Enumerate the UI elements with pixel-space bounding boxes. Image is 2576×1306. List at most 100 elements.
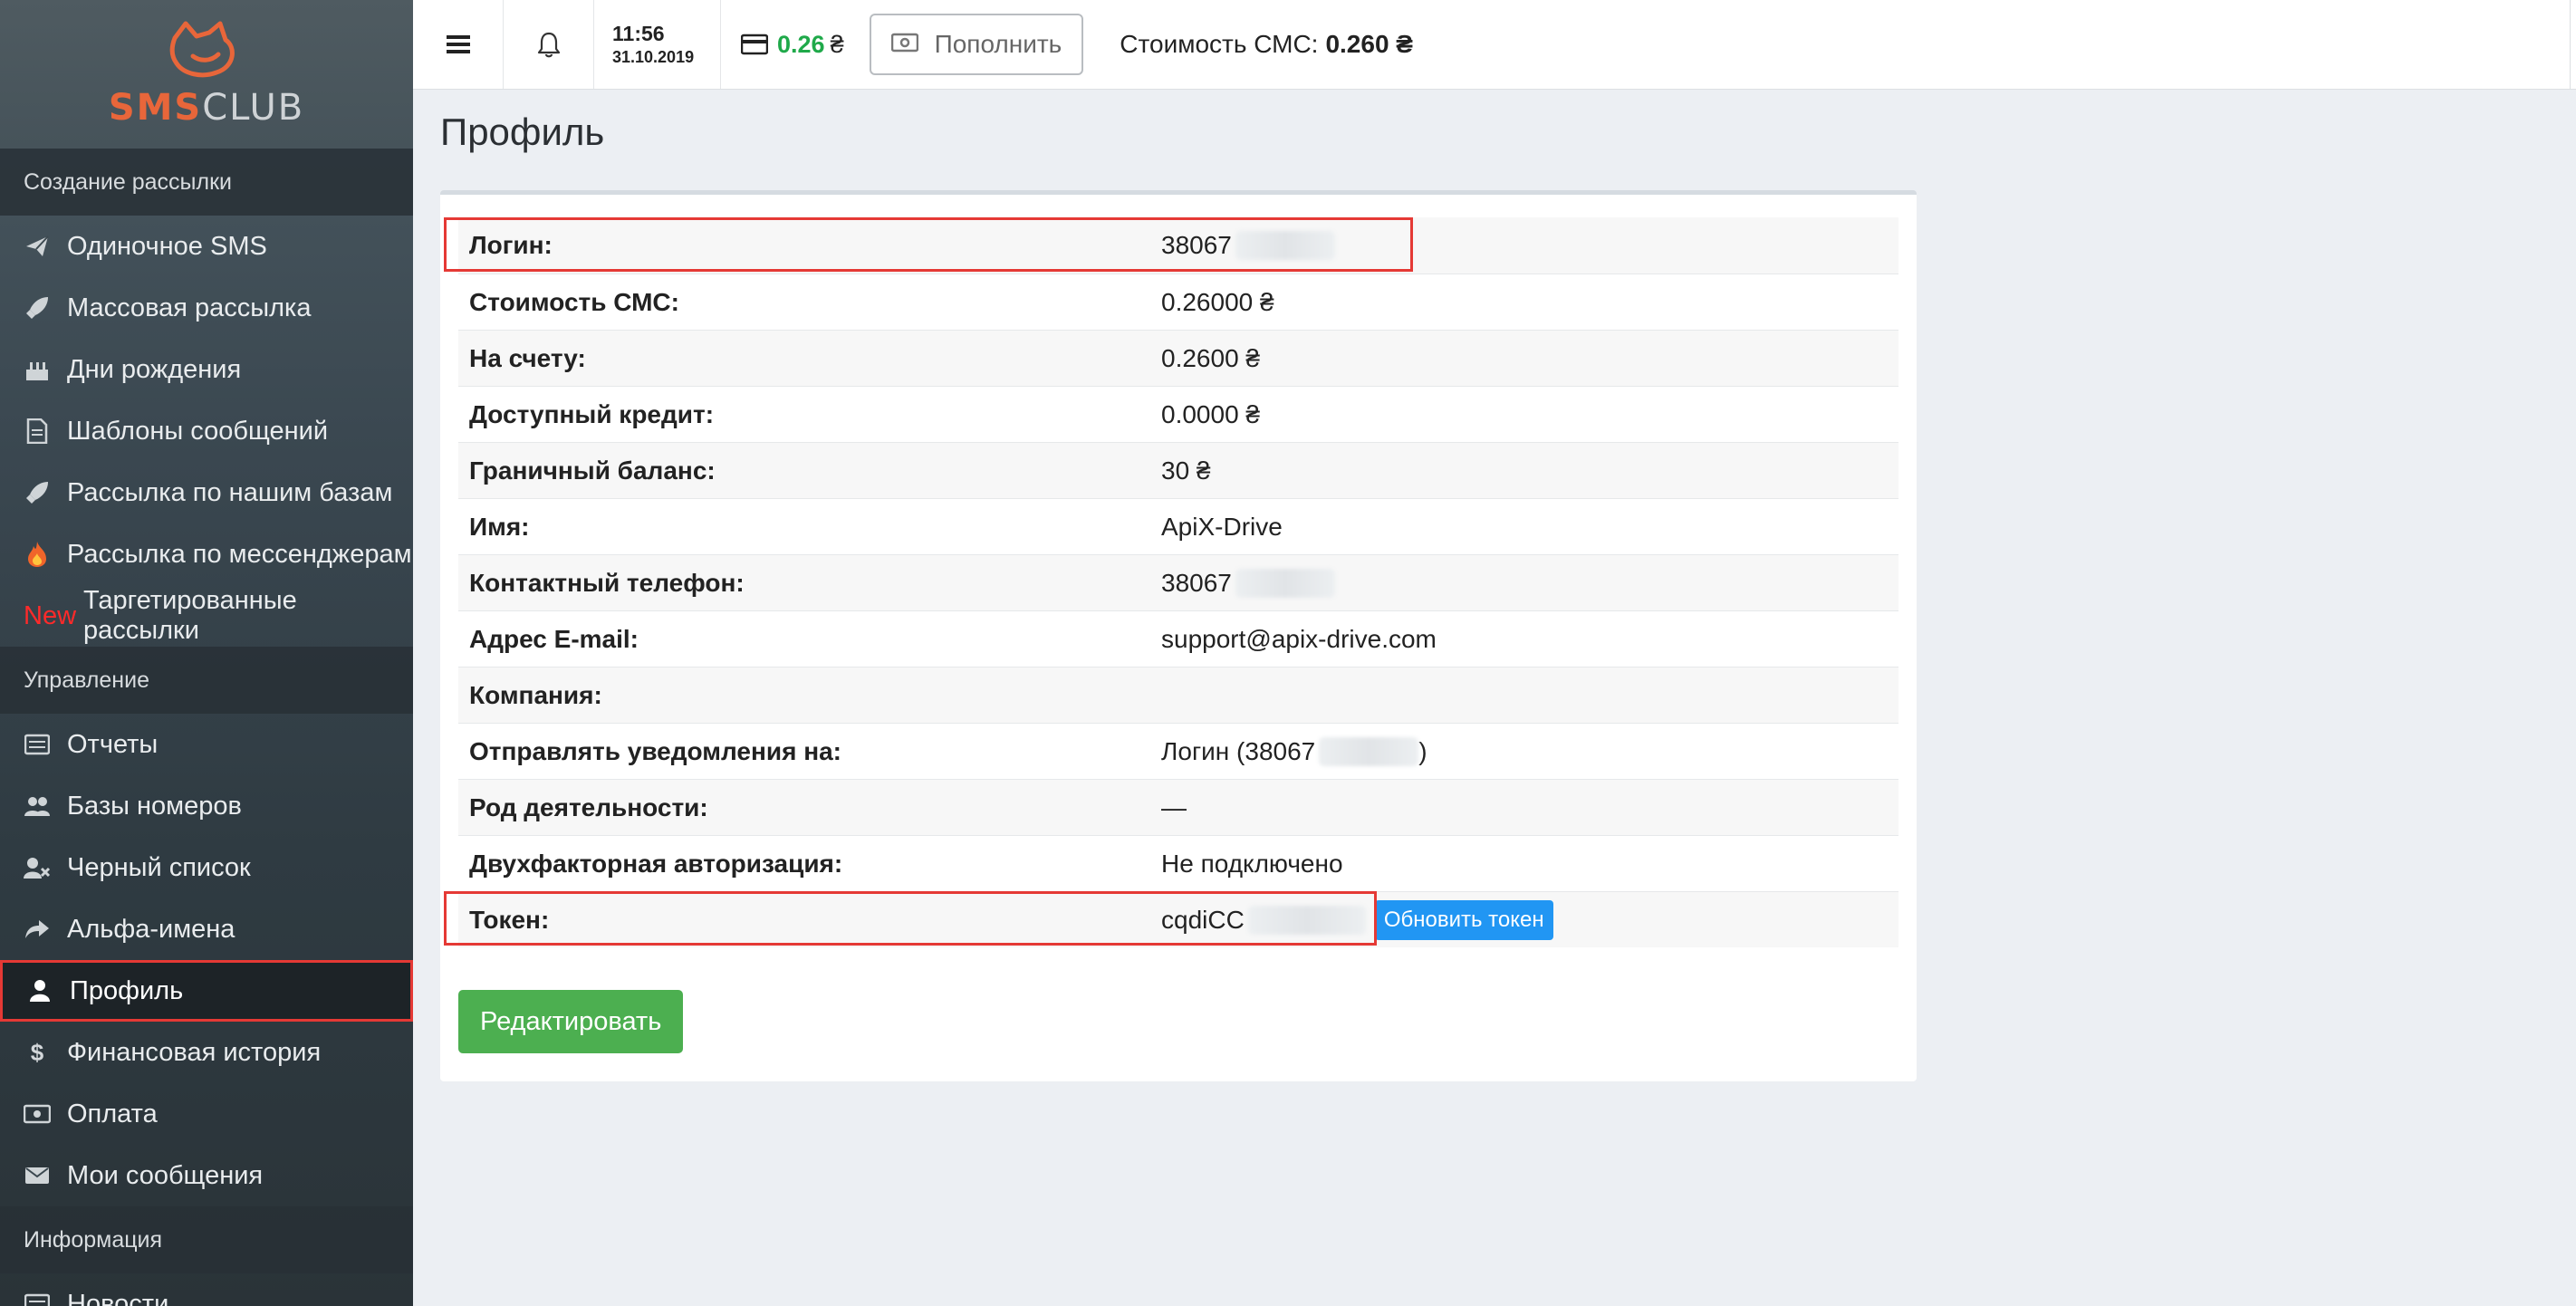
table-row-2fa: Двухфакторная авторизация: Не подключено: [458, 835, 1898, 891]
redacted-blur: [1235, 231, 1335, 260]
sidebar-item-label: Дни рождения: [67, 354, 242, 384]
row-value: cqdiCC Обновить токен: [1161, 899, 1553, 940]
sidebar-item-finance-history[interactable]: $ Финансовая история: [0, 1022, 413, 1083]
table-row-name: Имя: ApiX-Drive: [458, 498, 1898, 554]
sidebar-item-label: Рассылка по нашим базам: [67, 477, 393, 507]
topup-button[interactable]: Пополнить: [869, 14, 1084, 75]
row-value: support@apix-drive.com: [1161, 624, 1437, 653]
sidebar-item-label: Мои сообщения: [67, 1160, 264, 1190]
notifications-button[interactable]: [504, 0, 594, 89]
logo[interactable]: SMSCLUB: [0, 0, 413, 149]
sidebar-item-my-messages[interactable]: Мои сообщения: [0, 1145, 413, 1206]
sidebar-item-label: Черный список: [67, 852, 251, 882]
menu-toggle-button[interactable]: [413, 0, 504, 89]
row-label: Граничный баланс:: [469, 456, 716, 485]
topup-label: Пополнить: [934, 30, 1062, 58]
sidebar-item-blacklist[interactable]: Черный список: [0, 837, 413, 898]
row-value: 0.2600 ₴: [1161, 343, 1260, 372]
fox-logo-icon: [169, 21, 235, 78]
sidebar-item-label: Финансовая история: [67, 1037, 322, 1067]
balance: 0.26 ₴: [721, 0, 864, 89]
logo-sms: SMS: [108, 87, 203, 129]
table-row-company: Компания:: [458, 667, 1898, 723]
login-value: 38067: [1161, 231, 1232, 259]
sidebar-item-label: Альфа-имена: [67, 914, 235, 944]
row-value: 38067: [1161, 231, 1335, 260]
sidebar-item-messengers[interactable]: Рассылка по мессенджерам: [0, 523, 413, 585]
dollar-icon: $: [30, 1038, 44, 1066]
balance-currency: ₴: [830, 30, 844, 58]
row-value: 0.0000 ₴: [1161, 399, 1260, 428]
sidebar-item-single-sms[interactable]: Одиночное SMS: [0, 216, 413, 277]
sidebar-item-news[interactable]: Новости: [0, 1273, 413, 1306]
sidebar-item-birthdays[interactable]: Дни рождения: [0, 339, 413, 400]
sidebar-item-label: Таргетированные рассылки: [83, 586, 297, 645]
sidebar-item-number-bases[interactable]: Базы номеров: [0, 775, 413, 837]
share-icon: [24, 916, 51, 943]
current-time: 11:56: [612, 22, 665, 45]
topbar-edge: [2570, 0, 2576, 89]
row-label: Двухфакторная авторизация:: [469, 849, 843, 878]
sidebar-item-label: Одиночное SMS: [67, 231, 267, 261]
table-row-activity: Род деятельности: —: [458, 779, 1898, 835]
news-icon: [24, 1291, 51, 1306]
table-row-email: Адрес E-mail: support@apix-drive.com: [458, 610, 1898, 667]
row-label: Компания:: [469, 680, 602, 709]
token-value: cqdiCC: [1161, 905, 1245, 934]
bell-icon: [537, 32, 560, 58]
table-row-token: Токен: cqdiCC Обновить токен: [458, 891, 1898, 947]
page-title: Профиль: [440, 110, 605, 153]
notify-value: Логин (38067: [1161, 736, 1316, 765]
sidebar-item-label: Шаблоны сообщений: [67, 416, 329, 446]
sidebar-item-mass-mailing[interactable]: Массовая рассылка: [0, 277, 413, 339]
sidebar-item-alpha-names[interactable]: Альфа-имена: [0, 898, 413, 960]
sidebar-item-label: Новости: [67, 1289, 169, 1306]
rocket-icon: [24, 479, 51, 506]
user-icon: [26, 977, 53, 1004]
credit-card-icon: [741, 34, 768, 55]
envelope-icon: [24, 1162, 51, 1189]
row-label: Доступный кредит:: [469, 399, 715, 428]
sidebar-item-reports[interactable]: Отчеты: [0, 714, 413, 775]
profile-table: Логин: 38067 Стоимость СМС: 0.26000 ₴ На…: [444, 217, 1898, 947]
row-label: Адрес E-mail:: [469, 624, 639, 653]
datetime: 11:56 31.10.2019: [594, 0, 721, 89]
sidebar-item-templates[interactable]: Шаблоны сообщений: [0, 400, 413, 462]
table-row-sms-cost: Стоимость СМС: 0.26000 ₴: [458, 274, 1898, 330]
edit-button[interactable]: Редактировать: [458, 990, 684, 1053]
redacted-blur: [1319, 736, 1419, 766]
current-date: 31.10.2019: [612, 48, 695, 66]
phone-value: 38067: [1161, 568, 1232, 597]
table-row-balance: На счету: 0.2600 ₴: [458, 330, 1898, 386]
row-label: Логин:: [469, 231, 553, 259]
sidebar-item-payment[interactable]: Оплата: [0, 1083, 413, 1145]
sidebar-item-label: Рассылка по мессенджерам: [67, 539, 412, 569]
row-label: Род деятельности:: [469, 792, 708, 821]
row-value: 30 ₴: [1161, 456, 1211, 485]
list-icon: [24, 731, 51, 758]
row-label: Контактный телефон:: [469, 568, 745, 597]
notify-suffix: ): [1418, 736, 1427, 765]
table-row-credit: Доступный кредит: 0.0000 ₴: [458, 386, 1898, 442]
redacted-blur: [1235, 568, 1335, 598]
sidebar-item-our-bases[interactable]: Рассылка по нашим базам: [0, 462, 413, 523]
row-label: Стоимость СМС:: [469, 287, 679, 316]
balance-amount: 0.26: [777, 30, 825, 58]
table-row-login: Логин: 38067: [458, 217, 1898, 274]
paper-plane-icon: [24, 233, 51, 260]
fire-icon: [24, 541, 51, 568]
table-row-limit-balance: Граничный баланс: 30 ₴: [458, 442, 1898, 498]
sidebar-item-targeted[interactable]: New Таргетированные рассылки: [0, 585, 413, 647]
table-row-phone: Контактный телефон: 38067: [458, 554, 1898, 610]
sidebar-item-label: Базы номеров: [67, 791, 242, 821]
table-row-notifications: Отправлять уведомления на: Логин (38067 …: [458, 723, 1898, 779]
document-icon: [24, 418, 51, 445]
sidebar-item-profile[interactable]: Профиль: [0, 960, 413, 1022]
sms-cost: Стоимость СМС: 0.260 ₴: [1120, 30, 1413, 59]
sidebar: SMSCLUB Создание рассылки Одиночное SMS …: [0, 0, 413, 1306]
refresh-token-button[interactable]: Обновить токен: [1374, 899, 1553, 940]
rocket-icon: [24, 294, 51, 322]
row-label: Токен:: [469, 905, 550, 934]
redacted-blur: [1247, 905, 1366, 935]
row-value: 38067: [1161, 568, 1335, 598]
